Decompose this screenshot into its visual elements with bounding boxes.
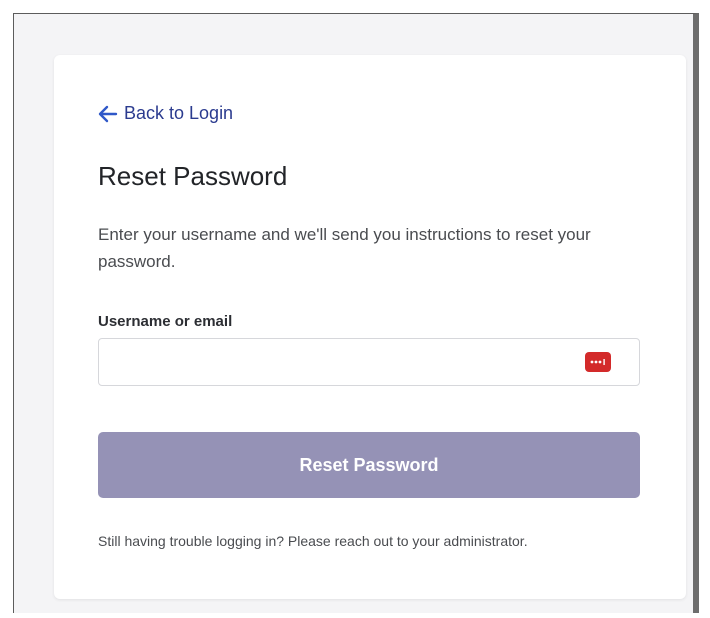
- back-to-login-link[interactable]: Back to Login: [98, 103, 233, 124]
- help-text: Still having trouble logging in? Please …: [98, 533, 528, 549]
- password-manager-icon[interactable]: [585, 352, 611, 372]
- reset-password-card: Back to Login Reset Password Enter your …: [54, 55, 686, 599]
- window-frame: Back to Login Reset Password Enter your …: [13, 13, 699, 613]
- back-link-label: Back to Login: [124, 103, 234, 123]
- instructions-text: Enter your username and we'll send you i…: [98, 225, 591, 271]
- username-input[interactable]: [99, 339, 639, 385]
- page-title: Reset Password: [98, 161, 288, 191]
- username-label: Username or email: [98, 313, 233, 330]
- reset-password-button[interactable]: Reset Password: [98, 432, 640, 498]
- username-field-wrapper: [98, 338, 640, 386]
- arrow-left-icon: [98, 105, 118, 123]
